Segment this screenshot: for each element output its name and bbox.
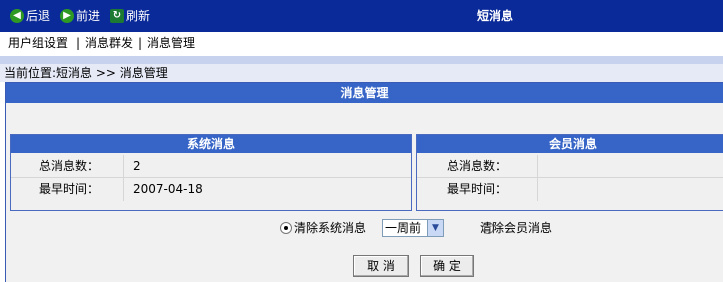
member-column-divider [537, 155, 538, 201]
clear-system-label: 清除系统消息 [294, 221, 367, 235]
refresh-icon: ↻ [110, 9, 124, 23]
member-earliest-label: 最早时间： [447, 182, 508, 196]
clear-system-radio[interactable] [280, 222, 292, 234]
system-panel-title: 系统消息 [11, 135, 411, 153]
refresh-label: 刷新 [126, 9, 151, 23]
system-message-panel: 系统消息 总消息数： 2 最早时间： 2007-04-18 [10, 134, 412, 211]
member-total-label: 总消息数： [447, 159, 508, 173]
page-title: 短消息 [476, 9, 513, 23]
back-button[interactable]: ◀ 后退 [10, 8, 50, 24]
breadcrumb: 当前位置:短消息 >> 消息管理 [0, 64, 723, 82]
back-label: 后退 [26, 9, 51, 23]
forward-arrow-icon: ▶ [60, 9, 74, 23]
system-total-row: 总消息数： 2 [11, 155, 411, 178]
system-column-divider [123, 155, 124, 201]
menu-item-usergroup[interactable]: 用户组设置 [8, 36, 68, 50]
menu-item-broadcast[interactable]: 消息群发 [85, 36, 133, 50]
menu-item-manage[interactable]: 消息管理 [147, 36, 195, 50]
refresh-button[interactable]: ↻ 刷新 [110, 8, 150, 24]
chevron-down-icon[interactable]: ▼ [427, 220, 443, 236]
back-arrow-icon: ◀ [10, 9, 24, 23]
system-total-label: 总消息数： [39, 159, 100, 173]
member-total-row: 总消息数： [417, 155, 723, 178]
menu-separator: | [138, 36, 143, 50]
member-panel-title: 会员消息 [417, 135, 723, 153]
system-earliest-value: 2007-04-18 [133, 182, 203, 196]
system-total-value: 2 [133, 159, 141, 173]
member-message-panel: 会员消息 总消息数： 最早时间： [416, 134, 723, 211]
menu-divider [0, 56, 723, 64]
breadcrumb-text: 当前位置:短消息 >> 消息管理 [4, 66, 168, 80]
period-select[interactable]: 一周前 ▼ [382, 219, 444, 237]
main-panel-title: 消息管理 [6, 83, 723, 103]
system-earliest-label: 最早时间： [39, 182, 100, 196]
top-toolbar [0, 0, 723, 32]
clear-member-label: 清除会员消息 [480, 221, 553, 235]
menu-separator: | [76, 36, 81, 50]
cancel-button[interactable]: 取 消 [353, 255, 409, 277]
forward-button[interactable]: ▶ 前进 [60, 8, 100, 24]
system-earliest-row: 最早时间： 2007-04-18 [11, 178, 411, 200]
period-selected-value: 一周前 [385, 221, 422, 235]
forward-label: 前进 [76, 9, 101, 23]
confirm-button[interactable]: 确 定 [420, 255, 474, 277]
member-earliest-row: 最早时间： [417, 178, 723, 200]
